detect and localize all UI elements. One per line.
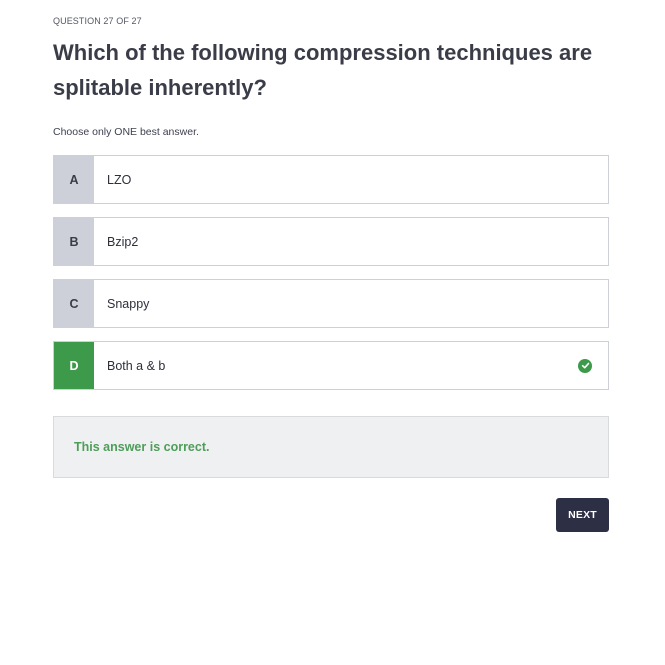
option-text: Both a & b — [107, 358, 166, 373]
option-letter: B — [54, 218, 94, 265]
check-circle-icon — [578, 358, 592, 373]
option-b[interactable]: B Bzip2 — [53, 217, 609, 266]
question-counter: QUESTION 27 OF 27 — [53, 16, 142, 26]
option-text: Bzip2 — [107, 234, 139, 249]
option-d[interactable]: D Both a & b — [53, 341, 609, 390]
question-title: Which of the following compression techn… — [53, 40, 593, 100]
option-letter: A — [54, 156, 94, 203]
answer-instruction: Choose only ONE best answer. — [53, 126, 199, 138]
option-letter: C — [54, 280, 94, 327]
option-text: LZO — [107, 172, 132, 187]
option-c[interactable]: C Snappy — [53, 279, 609, 328]
option-a[interactable]: A LZO — [53, 155, 609, 204]
feedback-message: This answer is correct. — [74, 440, 210, 454]
feedback-box: This answer is correct. — [53, 416, 609, 478]
option-letter: D — [54, 342, 94, 389]
option-text: Snappy — [107, 296, 150, 311]
next-button[interactable]: NEXT — [556, 498, 609, 532]
